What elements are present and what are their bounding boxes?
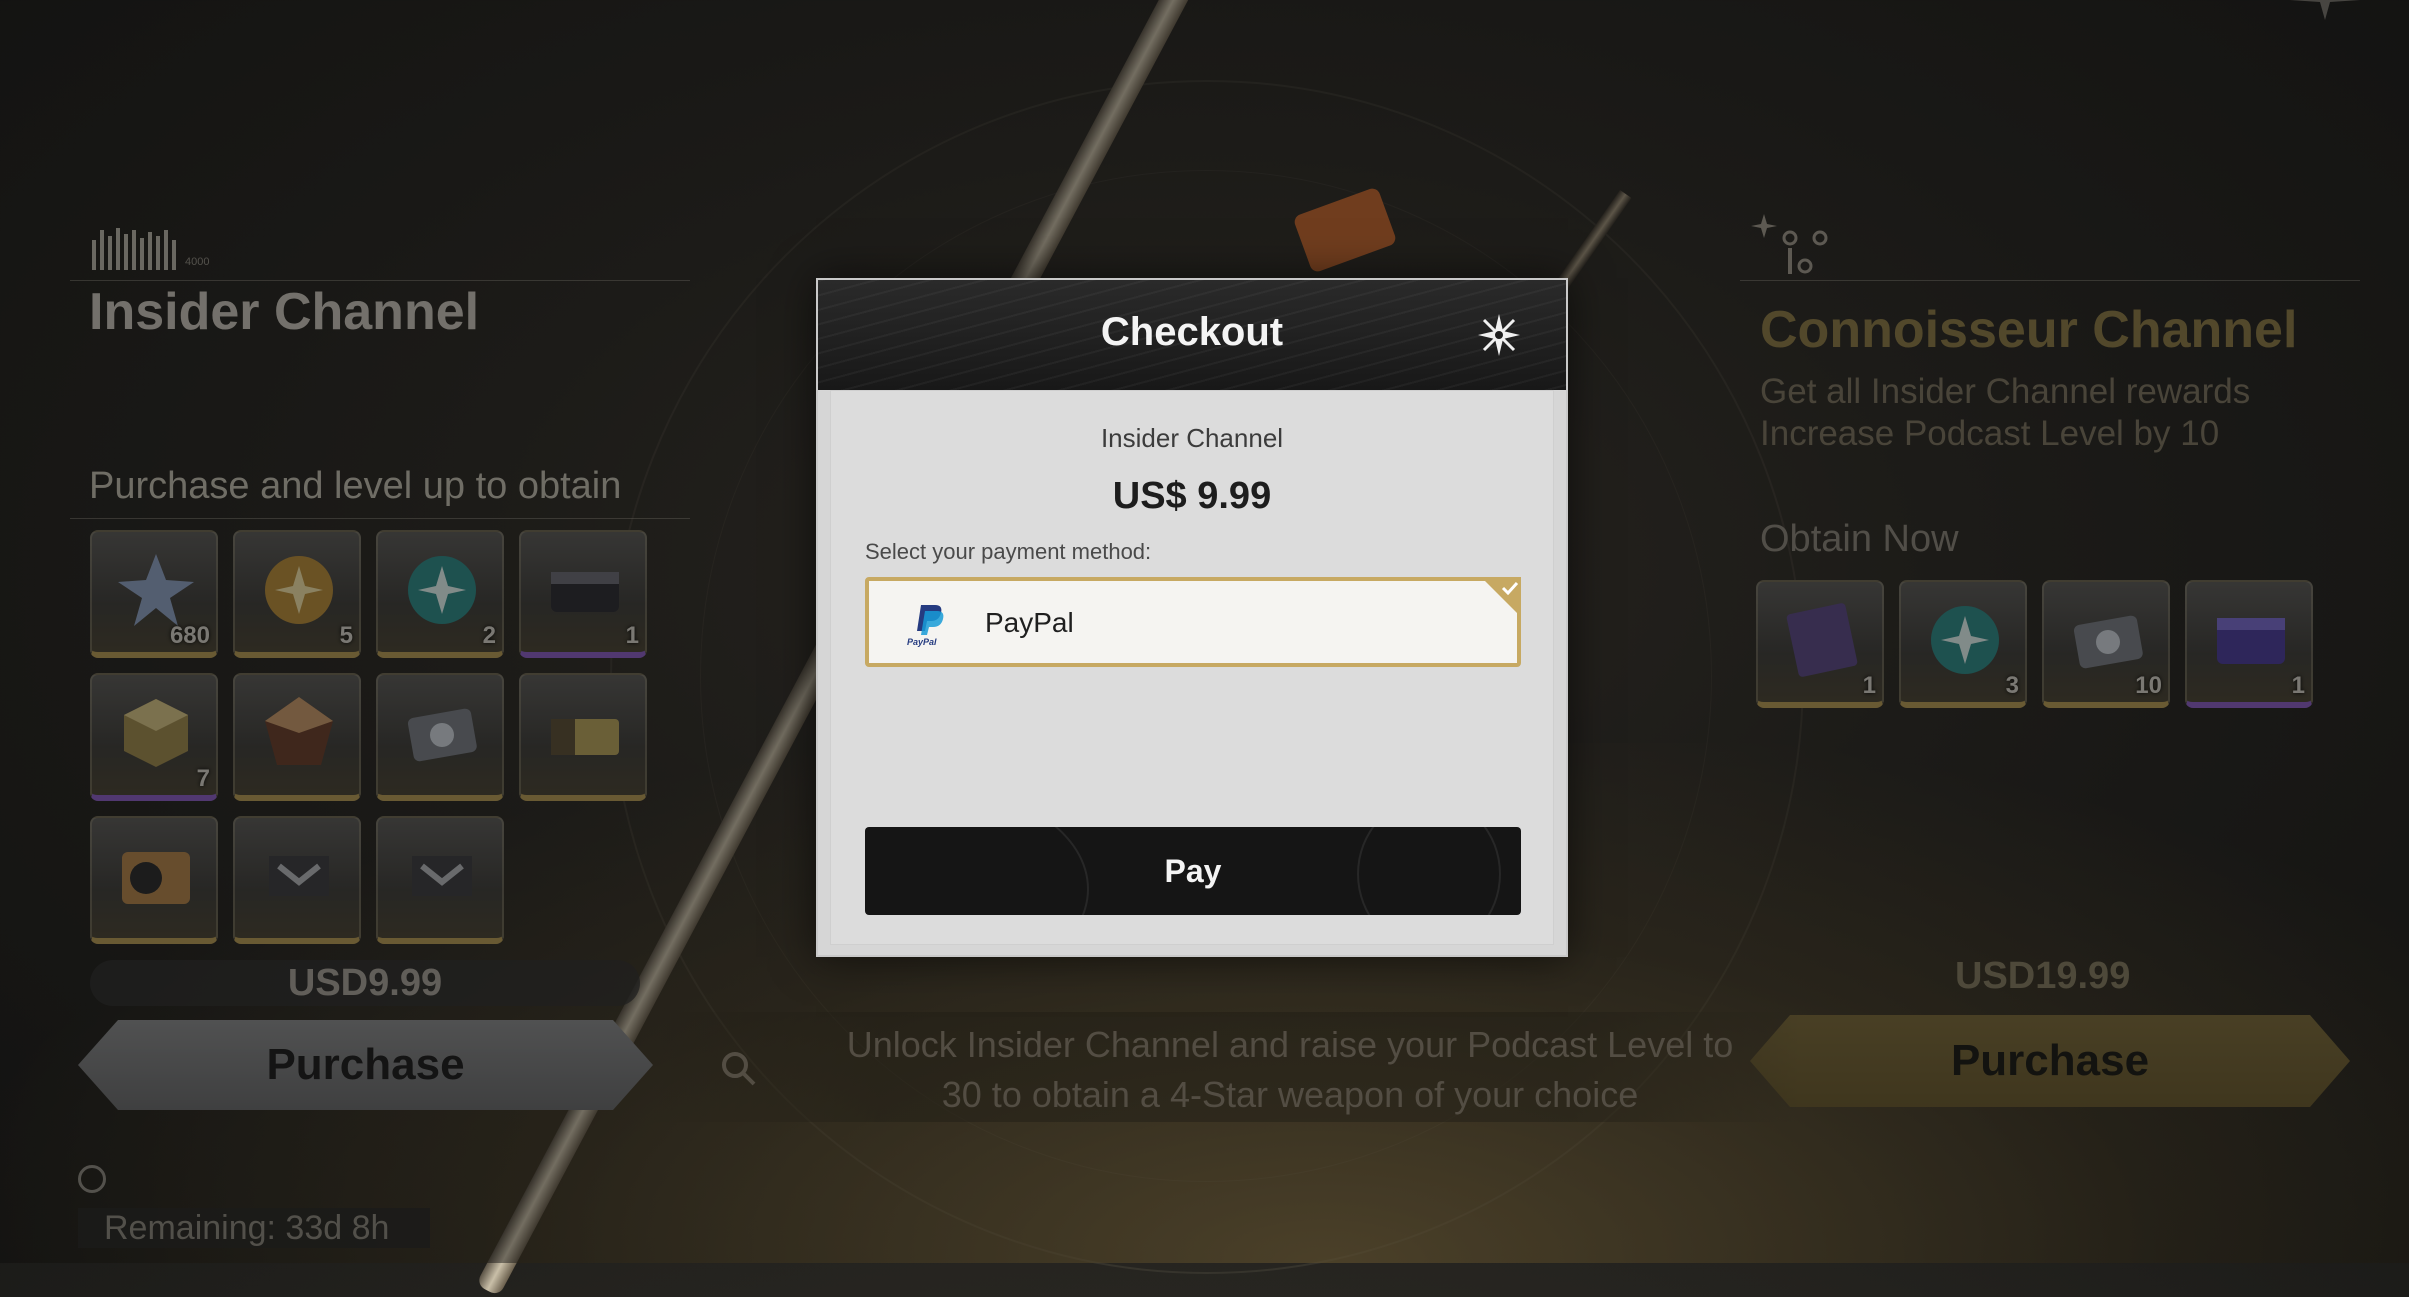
product-name: Insider Channel bbox=[1100, 423, 1284, 453]
check-icon bbox=[1501, 581, 1519, 595]
payment-option-paypal[interactable]: PayPal PayPal bbox=[865, 577, 1521, 667]
pay-button[interactable]: Pay bbox=[865, 827, 1521, 915]
checkout-dialog: Checkout Insider Channel US$ 9.99 Select… bbox=[816, 278, 1568, 957]
payment-method-label: Select your payment method: bbox=[865, 539, 1152, 564]
pay-button-label: Pay bbox=[1164, 853, 1222, 889]
checkout-title: Checkout bbox=[1100, 310, 1284, 354]
checkout-header: Checkout bbox=[818, 280, 1566, 390]
close-icon[interactable] bbox=[1474, 310, 1524, 360]
payment-method-name: PayPal bbox=[985, 607, 1074, 638]
checkout-body: Insider Channel US$ 9.99 Select your pay… bbox=[830, 390, 1554, 945]
product-price: US$ 9.99 bbox=[1112, 475, 1272, 517]
paypal-logo-icon: PayPal bbox=[907, 605, 944, 647]
paypal-logo-text: PayPal bbox=[907, 637, 937, 647]
selected-check-badge bbox=[1481, 577, 1521, 617]
